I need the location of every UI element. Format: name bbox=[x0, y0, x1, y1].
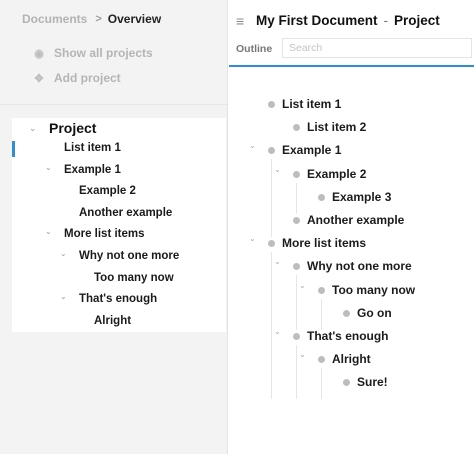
chevron-down-icon[interactable]: ⌄ bbox=[249, 141, 256, 150]
outline-item-label[interactable]: Sure! bbox=[357, 375, 388, 389]
chevron-down-icon[interactable]: ⌄ bbox=[45, 163, 52, 172]
bullet-icon[interactable] bbox=[268, 147, 275, 155]
bullet-icon[interactable] bbox=[268, 240, 275, 248]
outline-item-label[interactable]: List item 2 bbox=[307, 120, 366, 134]
outline-item-label[interactable]: Example 2 bbox=[307, 167, 366, 181]
outline-item-label[interactable]: Example 1 bbox=[282, 143, 341, 157]
chevron-down-icon[interactable]: ⌄ bbox=[29, 123, 37, 134]
chevron-down-icon[interactable]: ⌄ bbox=[274, 165, 281, 174]
chevron-down-icon[interactable]: ⌄ bbox=[274, 327, 281, 336]
outline-item-label[interactable]: Alright bbox=[332, 352, 371, 366]
outline-item-label[interactable]: List item 1 bbox=[282, 97, 341, 111]
chevron-down-icon[interactable]: ⌄ bbox=[249, 234, 256, 243]
project-title[interactable]: Project bbox=[49, 120, 96, 136]
sidebar-tree-item-label: Example 1 bbox=[64, 163, 121, 176]
add-project-label: Add project bbox=[54, 71, 121, 85]
sidebar-tree-item-label: Another example bbox=[79, 206, 173, 219]
indent-guide bbox=[271, 252, 272, 400]
hamburger-icon[interactable]: ≡ bbox=[236, 13, 244, 29]
toolbar-underline bbox=[229, 65, 474, 67]
document-project-name: Project bbox=[394, 13, 440, 28]
breadcrumb: Documents > Overview bbox=[22, 12, 161, 26]
search-input[interactable] bbox=[282, 38, 472, 58]
indent-guide bbox=[321, 368, 322, 400]
outline-item-label[interactable]: Another example bbox=[307, 213, 404, 227]
sidebar: Documents > Overview ◉ Show all projects… bbox=[0, 0, 228, 454]
sidebar-tree-item-label: That's enough bbox=[79, 293, 158, 306]
bullet-icon[interactable] bbox=[343, 309, 350, 317]
chevron-down-icon[interactable]: ⌄ bbox=[60, 292, 67, 301]
show-all-projects-label: Show all projects bbox=[54, 46, 153, 60]
sidebar-tree-item-label: Too many now bbox=[94, 271, 174, 284]
sidebar-tree-item-label: Why not one more bbox=[79, 250, 180, 262]
chevron-down-icon[interactable]: ⌄ bbox=[274, 257, 281, 266]
indent-guide bbox=[296, 275, 297, 330]
sidebar-tree-item-label: More list items bbox=[64, 228, 145, 241]
outline-item-label[interactable]: Why not one more bbox=[307, 259, 412, 273]
document-title: My First Document - Project bbox=[256, 13, 440, 28]
breadcrumb-documents-link[interactable]: Documents bbox=[22, 12, 87, 26]
bullet-icon[interactable] bbox=[268, 101, 275, 108]
eye-icon: ◉ bbox=[34, 47, 44, 60]
sidebar-tree-item-label: Alright bbox=[94, 314, 132, 327]
bullet-icon[interactable] bbox=[318, 356, 325, 364]
bullet-icon[interactable] bbox=[293, 217, 300, 224]
bullet-icon[interactable] bbox=[293, 170, 300, 178]
bullet-icon[interactable] bbox=[343, 379, 350, 387]
title-separator: - bbox=[383, 13, 389, 28]
bullet-icon[interactable] bbox=[293, 263, 300, 271]
add-project-button[interactable]: ✥ Add project bbox=[32, 71, 121, 85]
document-name[interactable]: My First Document bbox=[256, 13, 378, 28]
sidebar-tree-item-label: Example 2 bbox=[79, 185, 136, 198]
breadcrumb-separator: > bbox=[95, 13, 102, 25]
chevron-down-icon[interactable]: ⌄ bbox=[60, 249, 67, 258]
outline-item-label[interactable]: Too many now bbox=[332, 283, 415, 297]
chevron-down-icon[interactable]: ⌄ bbox=[299, 281, 306, 290]
outline-item-label[interactable]: Go on bbox=[357, 306, 392, 320]
bullet-icon[interactable] bbox=[293, 124, 300, 132]
bullet-icon[interactable] bbox=[318, 286, 325, 294]
tab-outline[interactable]: Outline bbox=[236, 43, 272, 55]
sidebar-tree-item-label: List item 1 bbox=[64, 142, 121, 154]
indent-guide bbox=[271, 159, 272, 237]
move-icon: ✥ bbox=[34, 72, 44, 85]
bullet-icon[interactable] bbox=[293, 333, 300, 340]
outline-item-label[interactable]: That's enough bbox=[307, 329, 389, 343]
selected-item-indicator bbox=[12, 141, 15, 157]
chevron-down-icon[interactable]: ⌄ bbox=[45, 227, 52, 236]
breadcrumb-current: Overview bbox=[107, 12, 162, 26]
sidebar-divider bbox=[0, 104, 227, 105]
bullet-icon[interactable] bbox=[318, 193, 325, 201]
outline-item-label[interactable]: Example 3 bbox=[332, 190, 391, 204]
indent-guide bbox=[296, 345, 297, 400]
document-pane: ≡ My First Document-Project Outline List… bbox=[229, 0, 474, 454]
indent-guide bbox=[321, 298, 322, 330]
chevron-down-icon[interactable]: ⌄ bbox=[299, 350, 306, 359]
indent-guide bbox=[296, 182, 297, 214]
outline-item-label[interactable]: More list items bbox=[282, 236, 366, 250]
show-all-projects-button[interactable]: ◉ Show all projects bbox=[32, 46, 153, 60]
